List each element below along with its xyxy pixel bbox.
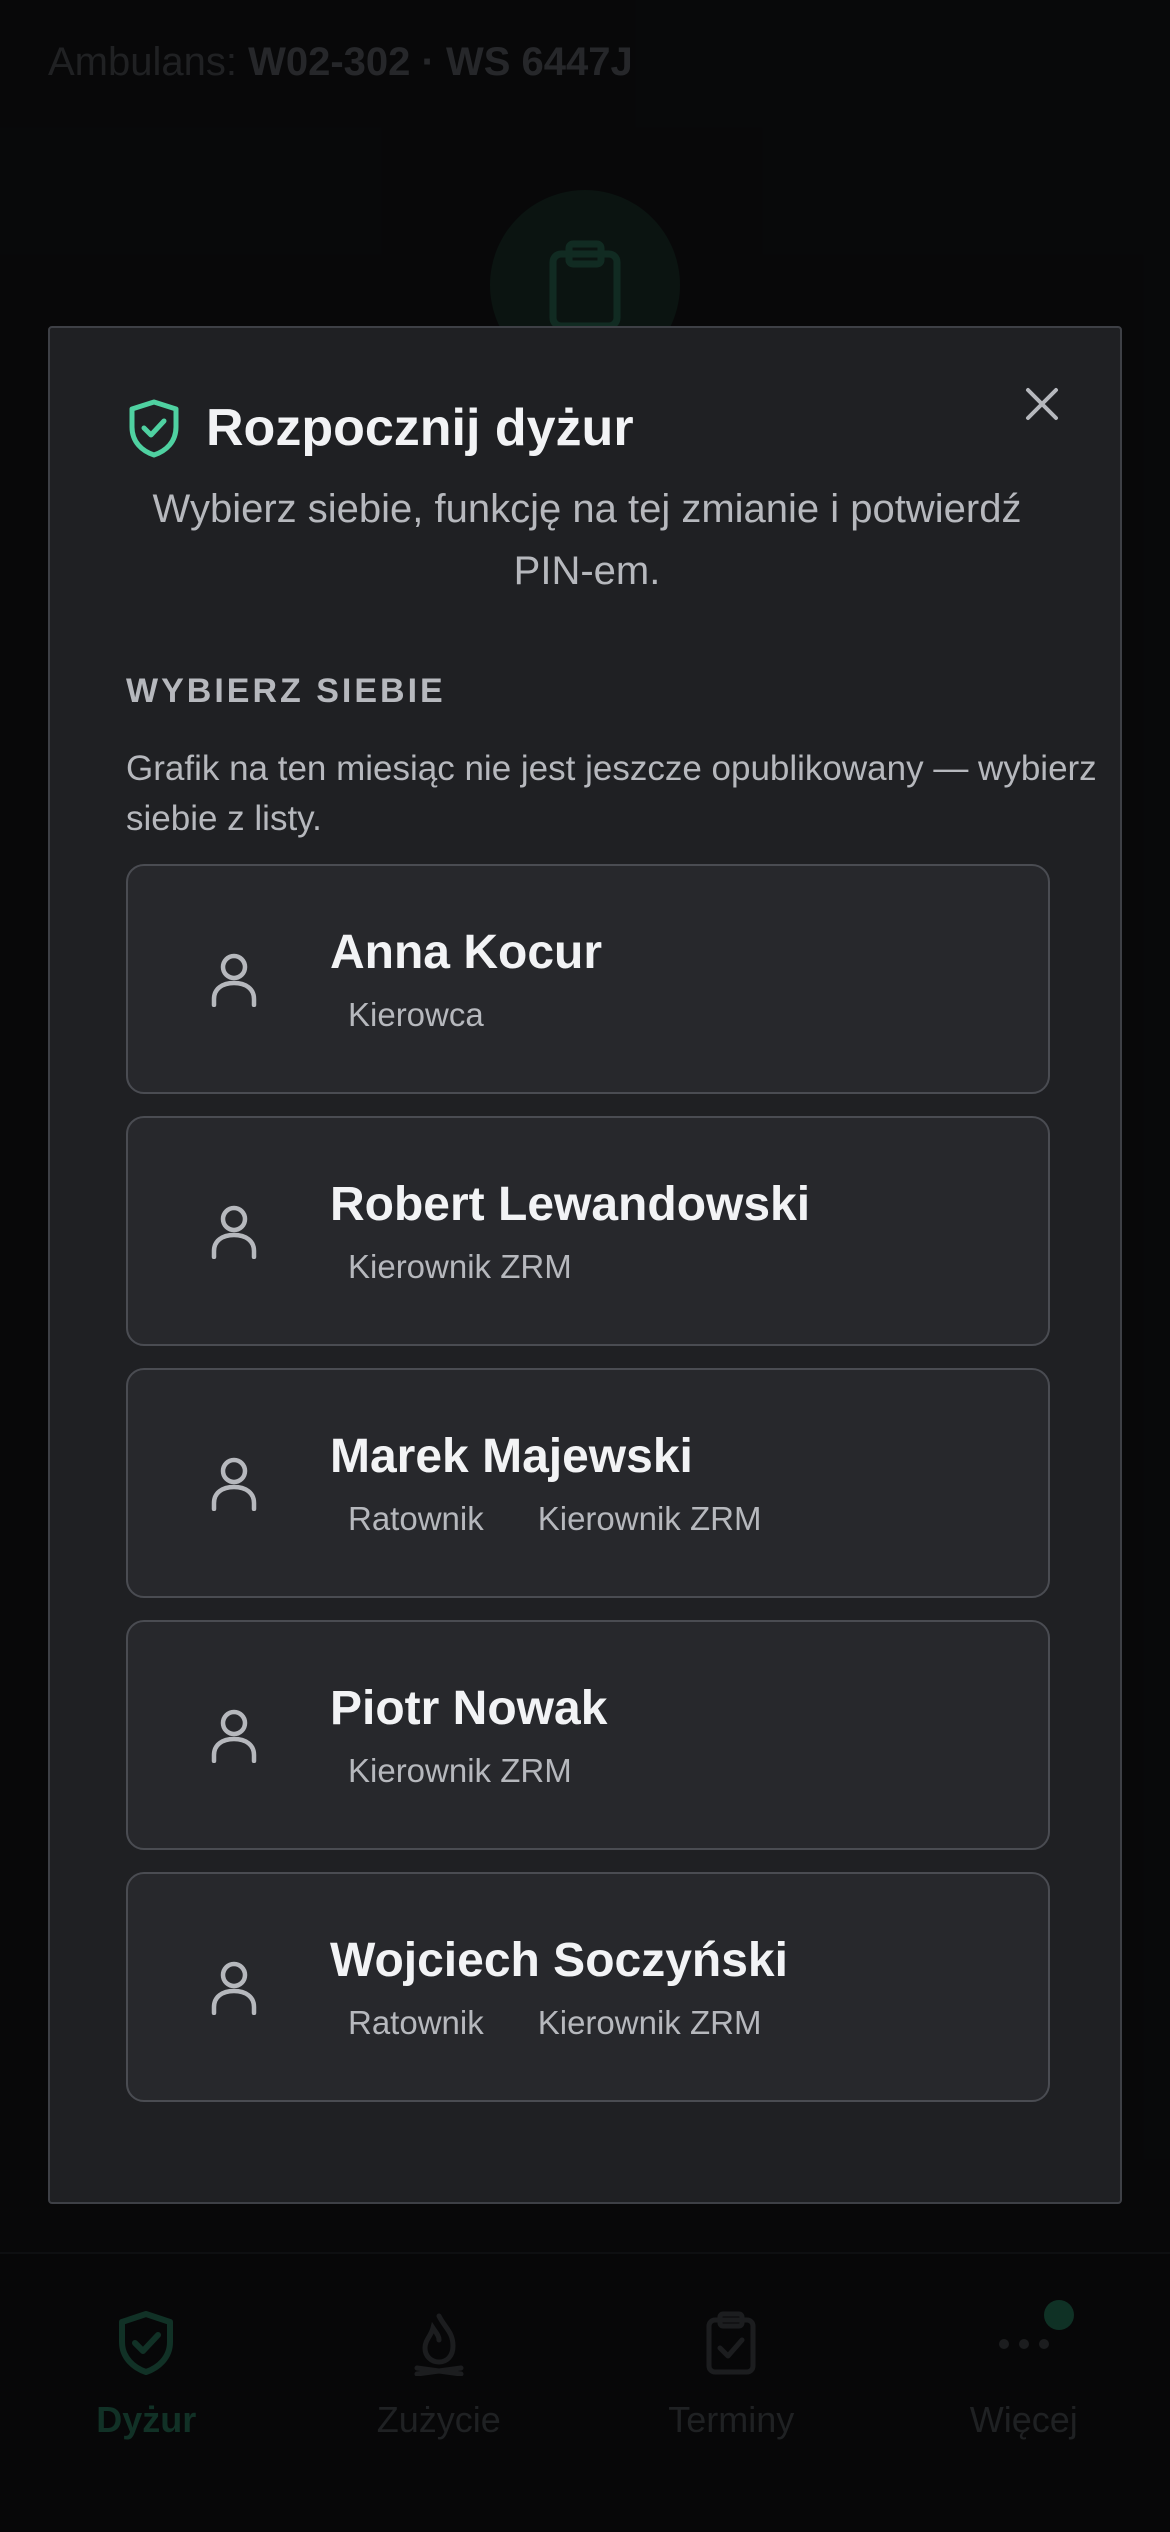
person-name: Anna Kocur — [330, 926, 603, 979]
role-tag: Ratownik — [348, 1500, 484, 1537]
person-card-anna-kocur[interactable]: Anna Kocur Kierowca — [126, 864, 1050, 1094]
user-icon — [198, 1195, 270, 1267]
role-tag: Ratownik — [348, 2004, 484, 2041]
person-name: Wojciech Soczyński — [330, 1934, 788, 1987]
person-card-robert-lewandowski[interactable]: Robert Lewandowski Kierownik ZRM — [126, 1116, 1050, 1346]
person-card-piotr-nowak[interactable]: Piotr Nowak Kierownik ZRM — [126, 1620, 1050, 1850]
user-icon — [198, 1447, 270, 1519]
role-tag: Kierownik ZRM — [537, 1500, 762, 1537]
person-roles: Kierowca — [330, 996, 602, 1034]
person-list: Anna Kocur Kierowca Robert Lewandowski K… — [126, 864, 1050, 2124]
user-icon — [198, 1951, 270, 2023]
person-card-marek-majewski[interactable]: Marek Majewski Ratownik Kierownik ZRM — [126, 1368, 1050, 1598]
start-shift-modal: Rozpocznij dyżur Wybierz siebie, funkcję… — [48, 326, 1122, 2204]
person-card-wojciech-soczynski[interactable]: Wojciech Soczyński Ratownik Kierownik ZR… — [126, 1872, 1050, 2102]
modal-subtitle: Wybierz siebie, funkcję na tej zmianie i… — [152, 487, 1022, 593]
modal-title: Rozpocznij dyżur — [206, 399, 634, 457]
person-roles: Kierownik ZRM — [330, 1248, 810, 1286]
person-name: Robert Lewandowski — [330, 1178, 811, 1231]
person-info: Anna Kocur Kierowca — [330, 924, 602, 1034]
person-info: Wojciech Soczyński Ratownik Kierownik ZR… — [330, 1932, 788, 2042]
section-note: Grafik na ten miesiąc nie jest jeszcze o… — [126, 749, 1097, 838]
person-info: Robert Lewandowski Kierownik ZRM — [330, 1176, 810, 1286]
person-roles: Kierownik ZRM — [330, 1752, 607, 1790]
section-title: WYBIERZ SIEBIE — [126, 672, 446, 710]
person-info: Marek Majewski Ratownik Kierownik ZRM — [330, 1428, 779, 1538]
person-roles: Ratownik Kierownik ZRM — [330, 2004, 788, 2042]
role-tag: Kierownik ZRM — [348, 1752, 572, 1789]
user-icon — [198, 943, 270, 1015]
person-info: Piotr Nowak Kierownik ZRM — [330, 1680, 607, 1790]
role-tag: Kierownik ZRM — [537, 2004, 762, 2041]
close-icon — [1025, 387, 1059, 426]
modal-header: Rozpocznij dyżur — [126, 398, 634, 458]
role-tag: Kierowca — [348, 996, 484, 1033]
user-icon — [198, 1699, 270, 1771]
shield-check-icon — [126, 398, 182, 458]
role-tag: Kierownik ZRM — [348, 1248, 572, 1285]
close-button[interactable] — [1014, 378, 1070, 434]
person-roles: Ratownik Kierownik ZRM — [330, 1500, 779, 1538]
person-name: Piotr Nowak — [330, 1682, 608, 1735]
person-name: Marek Majewski — [330, 1430, 693, 1483]
